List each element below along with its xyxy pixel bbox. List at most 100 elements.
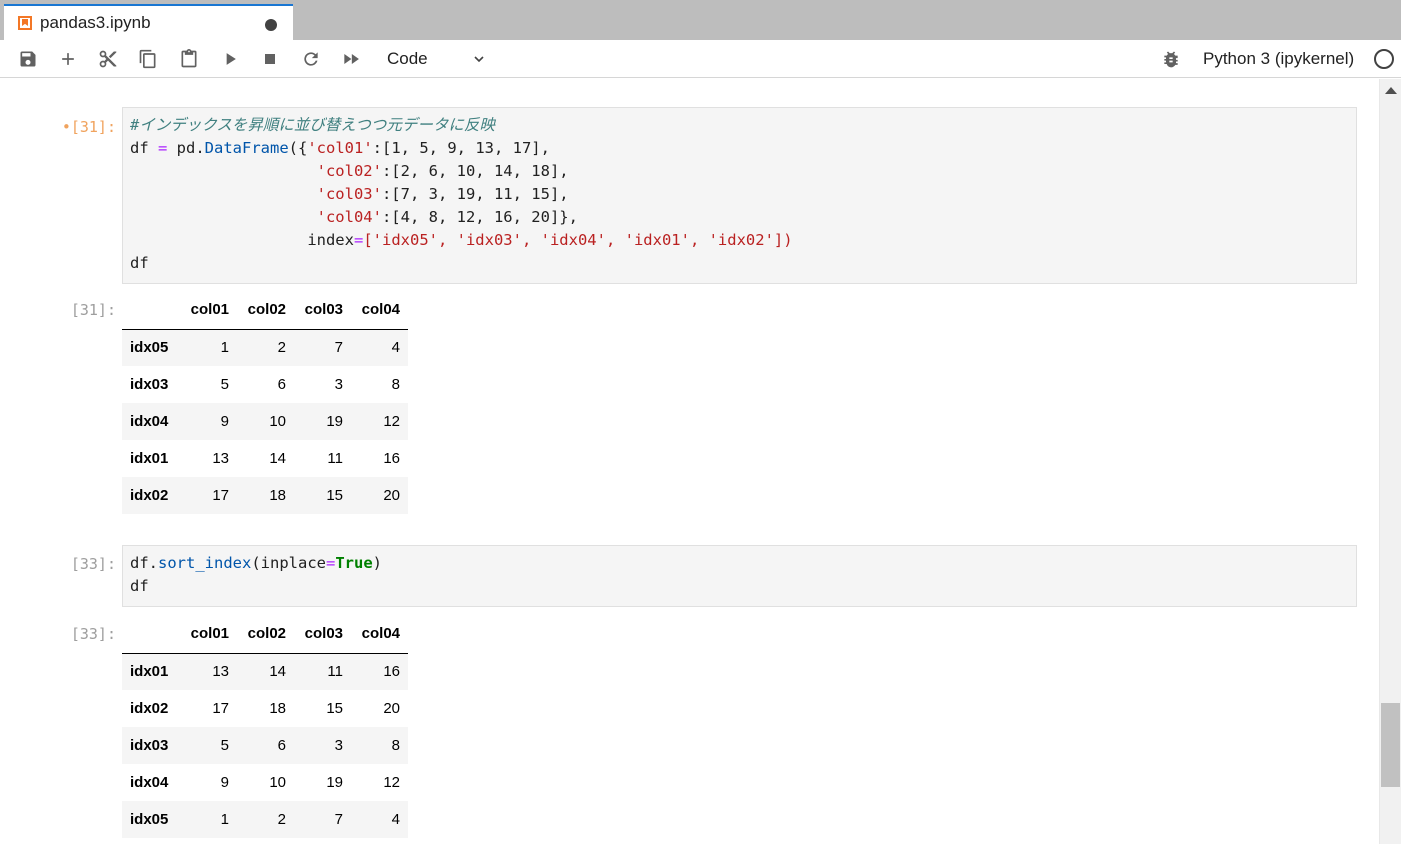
column-header: col02	[237, 615, 294, 654]
table-cell: 8	[391, 737, 400, 754]
row-index-label: idx05	[130, 339, 169, 357]
table-cell: 13	[212, 450, 229, 467]
copy-button[interactable]	[137, 48, 159, 70]
code-cell-editor[interactable]: df.sort_index(inplace=True) df	[122, 545, 1357, 607]
code-text: df.sort_index(inplace=True) df	[130, 554, 382, 595]
kernel-name[interactable]: Python 3 (ipykernel)	[1203, 49, 1354, 69]
table-row: idx05 1 2 7 4	[122, 801, 408, 838]
table-cell: 3	[334, 737, 343, 754]
index-header-cell	[122, 615, 180, 654]
input-prompt: •[31]:	[61, 118, 116, 136]
table-cell: 11	[327, 663, 343, 681]
table-row: idx04 9 10 19 12	[122, 764, 408, 801]
table-row: idx02 17 18 15 20	[122, 477, 408, 514]
cell-type-value: Code	[387, 49, 428, 68]
table-cell: 6	[277, 737, 286, 754]
table-cell: 18	[269, 487, 286, 504]
table-cell: 1	[220, 339, 229, 357]
notebook-toolbar: Code Python 3 (ipykernel)	[0, 40, 1401, 78]
table-row: idx03 5 6 3 8	[122, 366, 408, 403]
notebook-icon	[18, 16, 32, 30]
table-cell: 7	[334, 339, 343, 357]
save-button[interactable]	[17, 48, 39, 70]
column-header: col03	[294, 291, 351, 330]
run-button[interactable]	[219, 48, 241, 70]
scrollbar-thumb[interactable]	[1381, 703, 1400, 787]
paste-button[interactable]	[178, 48, 200, 70]
row-index-label: idx04	[130, 774, 169, 791]
table-cell: 5	[220, 737, 229, 754]
vertical-scrollbar[interactable]	[1379, 79, 1401, 844]
dataframe-table: col01 col02 col03 col04 idx05 1 2 7 4 idx03 5 6 3 8 i…	[122, 291, 408, 514]
stop-icon	[265, 54, 275, 64]
column-header: col02	[237, 291, 294, 330]
table-row: idx01 13 14 11 16	[122, 440, 408, 477]
table-cell: 10	[269, 413, 286, 430]
table-row: idx01 13 14 11 16	[122, 653, 408, 690]
column-header: col03	[294, 615, 351, 654]
table-cell: 13	[212, 663, 229, 681]
copy-icon	[139, 49, 156, 69]
column-header: col04	[351, 291, 408, 330]
row-index-label: idx02	[130, 700, 169, 717]
debugger-bug-icon[interactable]	[1161, 49, 1181, 69]
table-cell: 1	[220, 811, 229, 828]
scroll-up-arrow-icon[interactable]	[1385, 87, 1397, 94]
add-cell-icon	[62, 53, 74, 65]
row-index-label: idx04	[130, 413, 169, 430]
table-cell: 16	[383, 663, 400, 681]
table-cell: 12	[383, 774, 400, 791]
output-prompt: [31]:	[70, 301, 116, 319]
column-header: col01	[180, 615, 237, 654]
table-cell: 15	[326, 700, 343, 717]
table-cell: 10	[269, 774, 286, 791]
table-cell: 4	[391, 811, 400, 828]
restart-button[interactable]	[300, 48, 322, 70]
tab-title: pandas3.ipynb	[40, 13, 151, 32]
paste-icon	[181, 49, 197, 68]
table-header-row: col01 col02 col03 col04	[122, 615, 408, 654]
table-cell: 9	[220, 774, 229, 791]
table-cell: 2	[277, 339, 286, 357]
table-cell: 9	[220, 413, 229, 430]
row-index-label: idx05	[130, 811, 169, 828]
table-cell: 15	[326, 487, 343, 504]
code-text: #インデックスを昇順に並び替えつつ元データに反映 df = pd.DataFra…	[130, 116, 793, 272]
save-icon	[20, 51, 36, 67]
tab-bar: pandas3.ipynb	[0, 0, 1401, 40]
table-cell: 14	[269, 450, 286, 467]
restart-icon	[304, 52, 318, 66]
table-header-row: col01 col02 col03 col04	[122, 291, 408, 330]
table-cell: 12	[383, 413, 400, 430]
unsaved-indicator-icon[interactable]	[265, 19, 277, 31]
row-index-label: idx01	[130, 663, 169, 681]
kernel-status-icon	[1374, 49, 1394, 69]
input-prompt: [33]:	[70, 555, 116, 573]
output-prompt: [33]:	[70, 625, 116, 643]
stop-button[interactable]	[259, 48, 281, 70]
table-cell: 19	[326, 774, 343, 791]
code-cell-editor[interactable]: #インデックスを昇順に並び替えつつ元データに反映 df = pd.DataFra…	[122, 107, 1357, 284]
row-index-label: idx02	[130, 487, 169, 504]
table-cell: 20	[383, 487, 400, 504]
run-icon	[226, 53, 236, 65]
table-cell: 3	[334, 376, 343, 393]
table-cell: 17	[212, 487, 229, 504]
notebook-tab[interactable]: pandas3.ipynb	[4, 4, 293, 40]
table-cell: 2	[277, 811, 286, 828]
cut-button[interactable]	[97, 48, 119, 70]
table-cell: 17	[212, 700, 229, 717]
cut-icon	[99, 50, 117, 68]
table-cell: 19	[326, 413, 343, 430]
add-cell-button[interactable]	[57, 48, 79, 70]
table-row: idx03 5 6 3 8	[122, 727, 408, 764]
table-cell: 6	[277, 376, 286, 393]
column-header: col04	[351, 615, 408, 654]
table-cell: 20	[383, 700, 400, 717]
run-all-button[interactable]	[340, 48, 362, 70]
row-index-label: idx03	[130, 737, 169, 754]
table-row: idx02 17 18 15 20	[122, 690, 408, 727]
column-header: col01	[180, 291, 237, 330]
table-row: idx05 1 2 7 4	[122, 329, 408, 366]
cell-type-select[interactable]: Code	[380, 46, 495, 72]
